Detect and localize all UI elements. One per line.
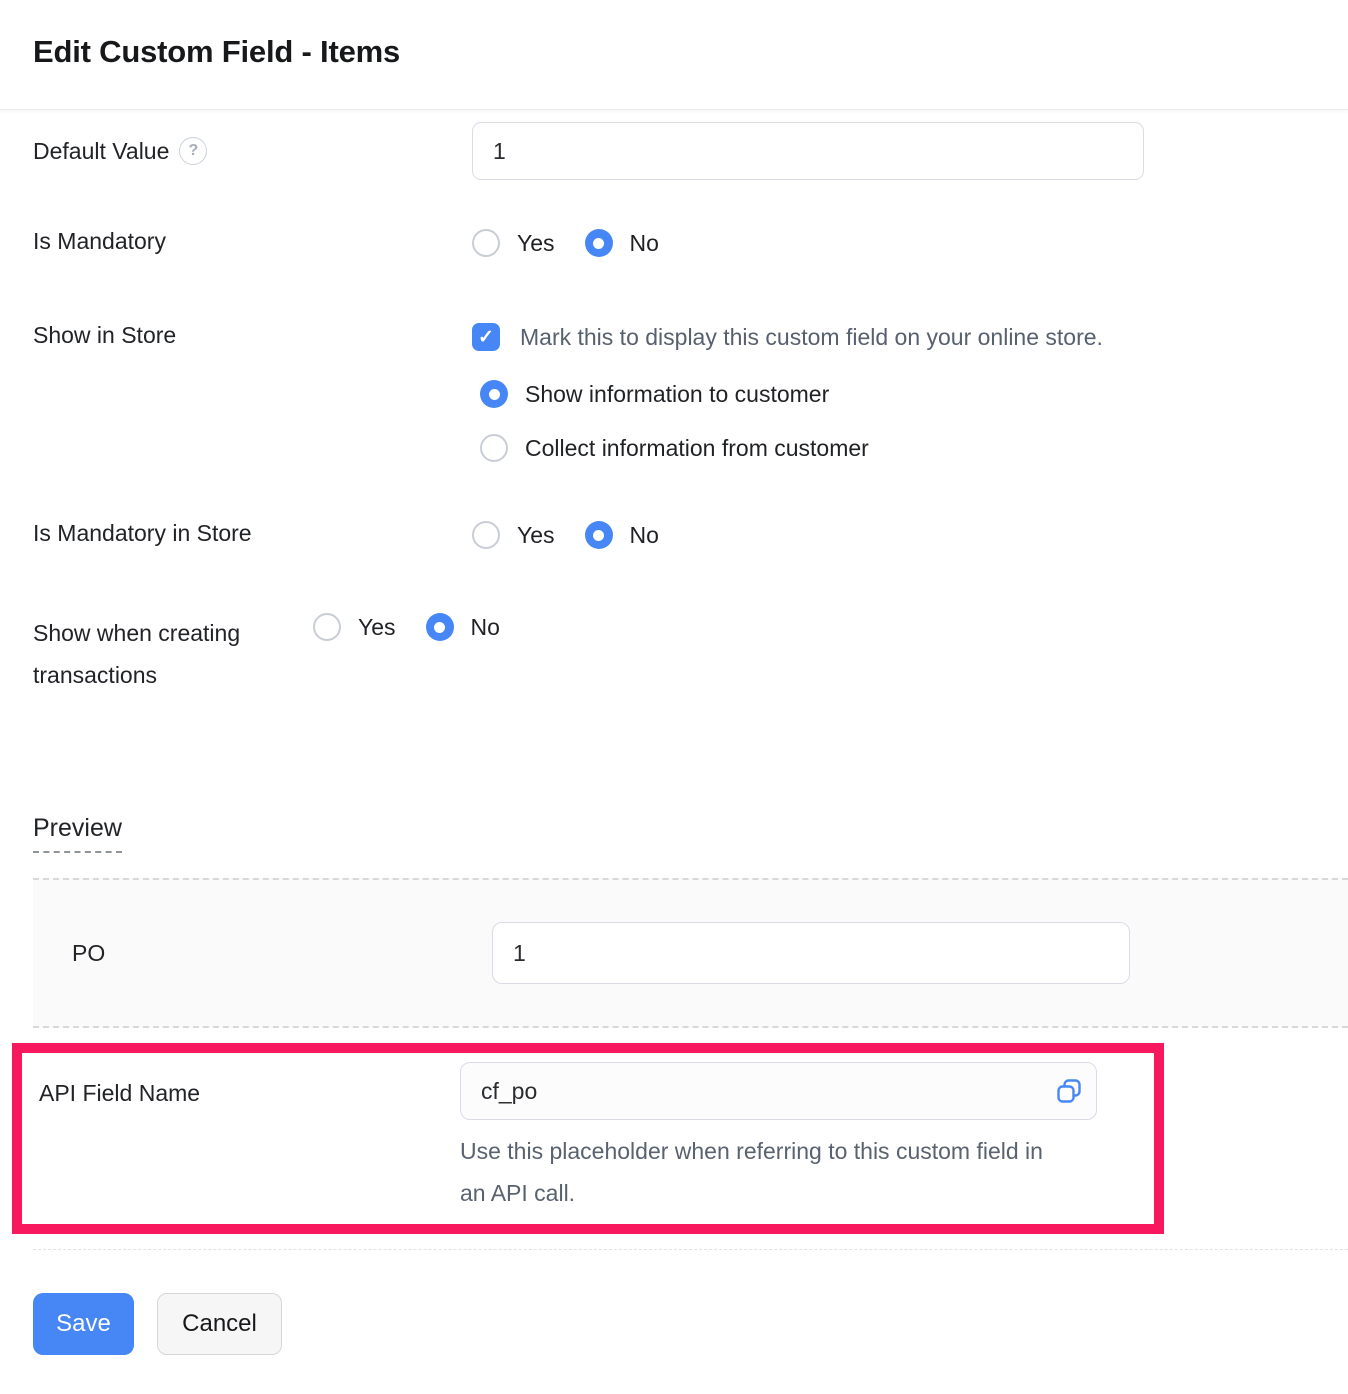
page-title: Edit Custom Field - Items bbox=[33, 34, 1348, 70]
is-mandatory-no-radio[interactable] bbox=[585, 229, 613, 257]
show-in-store-checkbox-label[interactable]: Mark this to display this custom field o… bbox=[520, 324, 1103, 351]
show-when-creating-yes-label[interactable]: Yes bbox=[358, 614, 396, 641]
row-api-field-name: API Field Name Use this placeholder when… bbox=[39, 1062, 1154, 1214]
default-value-label: Default Value bbox=[33, 138, 169, 165]
row-is-mandatory: Is Mandatory Yes No bbox=[33, 228, 1348, 258]
show-when-creating-no-radio[interactable] bbox=[426, 613, 454, 641]
footer-actions: Save Cancel bbox=[33, 1293, 1348, 1355]
is-mandatory-in-store-label: Is Mandatory in Store bbox=[33, 520, 472, 547]
is-mandatory-yes-label[interactable]: Yes bbox=[517, 230, 555, 257]
is-mandatory-no-label[interactable]: No bbox=[630, 230, 659, 257]
is-mandatory-in-store-yes-radio[interactable] bbox=[472, 521, 500, 549]
default-value-input[interactable] bbox=[472, 122, 1144, 180]
edit-custom-field-form: Default Value Is Mandatory Yes No Show i… bbox=[0, 122, 1348, 696]
row-show-in-store: Show in Store Mark this to display this … bbox=[33, 322, 1348, 462]
preview-heading: Preview bbox=[33, 814, 122, 853]
collect-information-radio[interactable] bbox=[480, 434, 508, 462]
preview-field-input[interactable] bbox=[492, 922, 1130, 984]
cancel-button[interactable]: Cancel bbox=[157, 1293, 282, 1355]
footer-divider bbox=[33, 1249, 1348, 1250]
is-mandatory-in-store-no-radio[interactable] bbox=[585, 521, 613, 549]
is-mandatory-label: Is Mandatory bbox=[33, 228, 472, 255]
show-when-creating-yes-radio[interactable] bbox=[313, 613, 341, 641]
preview-field-label: PO bbox=[72, 940, 492, 967]
show-when-creating-transactions-label: Show when creating transactions bbox=[33, 612, 313, 696]
is-mandatory-in-store-yes-label[interactable]: Yes bbox=[517, 522, 555, 549]
row-is-mandatory-in-store: Is Mandatory in Store Yes No bbox=[33, 520, 1348, 550]
copy-button[interactable] bbox=[1055, 1077, 1083, 1105]
is-mandatory-yes-radio[interactable] bbox=[472, 229, 500, 257]
dialog-header: Edit Custom Field - Items bbox=[0, 0, 1348, 110]
show-when-creating-no-label[interactable]: No bbox=[471, 614, 500, 641]
api-field-name-input[interactable] bbox=[460, 1062, 1097, 1120]
api-field-name-label: API Field Name bbox=[39, 1062, 460, 1107]
api-field-annotation-box: API Field Name Use this placeholder when… bbox=[12, 1043, 1164, 1234]
row-show-when-creating-transactions: Show when creating transactions Yes No bbox=[33, 612, 1348, 696]
show-in-store-checkbox[interactable] bbox=[472, 323, 500, 351]
show-information-label[interactable]: Show information to customer bbox=[525, 381, 829, 408]
copy-icon bbox=[1056, 1078, 1082, 1104]
api-field-help-text: Use this placeholder when referring to t… bbox=[460, 1130, 1060, 1214]
collect-information-label[interactable]: Collect information from customer bbox=[525, 435, 869, 462]
show-information-radio[interactable] bbox=[480, 380, 508, 408]
save-button[interactable]: Save bbox=[33, 1293, 134, 1355]
show-in-store-label: Show in Store bbox=[33, 322, 472, 349]
preview-box: PO bbox=[33, 878, 1348, 1028]
row-default-value: Default Value bbox=[33, 122, 1348, 180]
help-icon[interactable] bbox=[179, 137, 207, 165]
is-mandatory-in-store-no-label[interactable]: No bbox=[630, 522, 659, 549]
